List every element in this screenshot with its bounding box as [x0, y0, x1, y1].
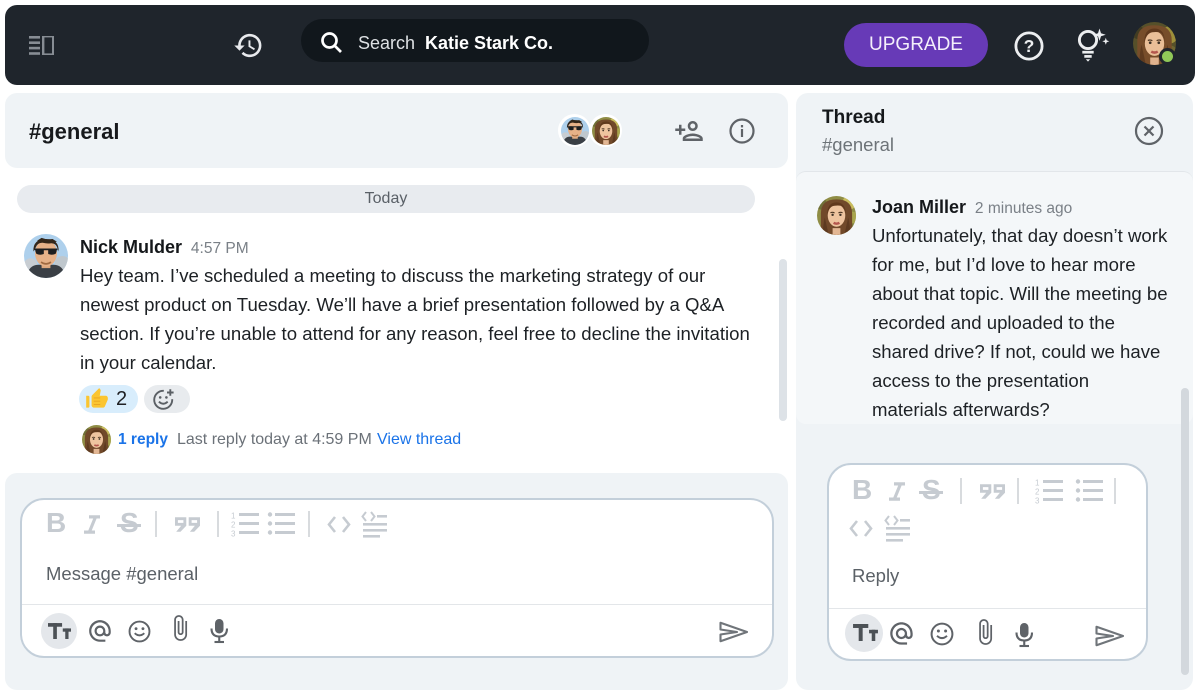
svg-text:?: ? — [1024, 36, 1035, 56]
